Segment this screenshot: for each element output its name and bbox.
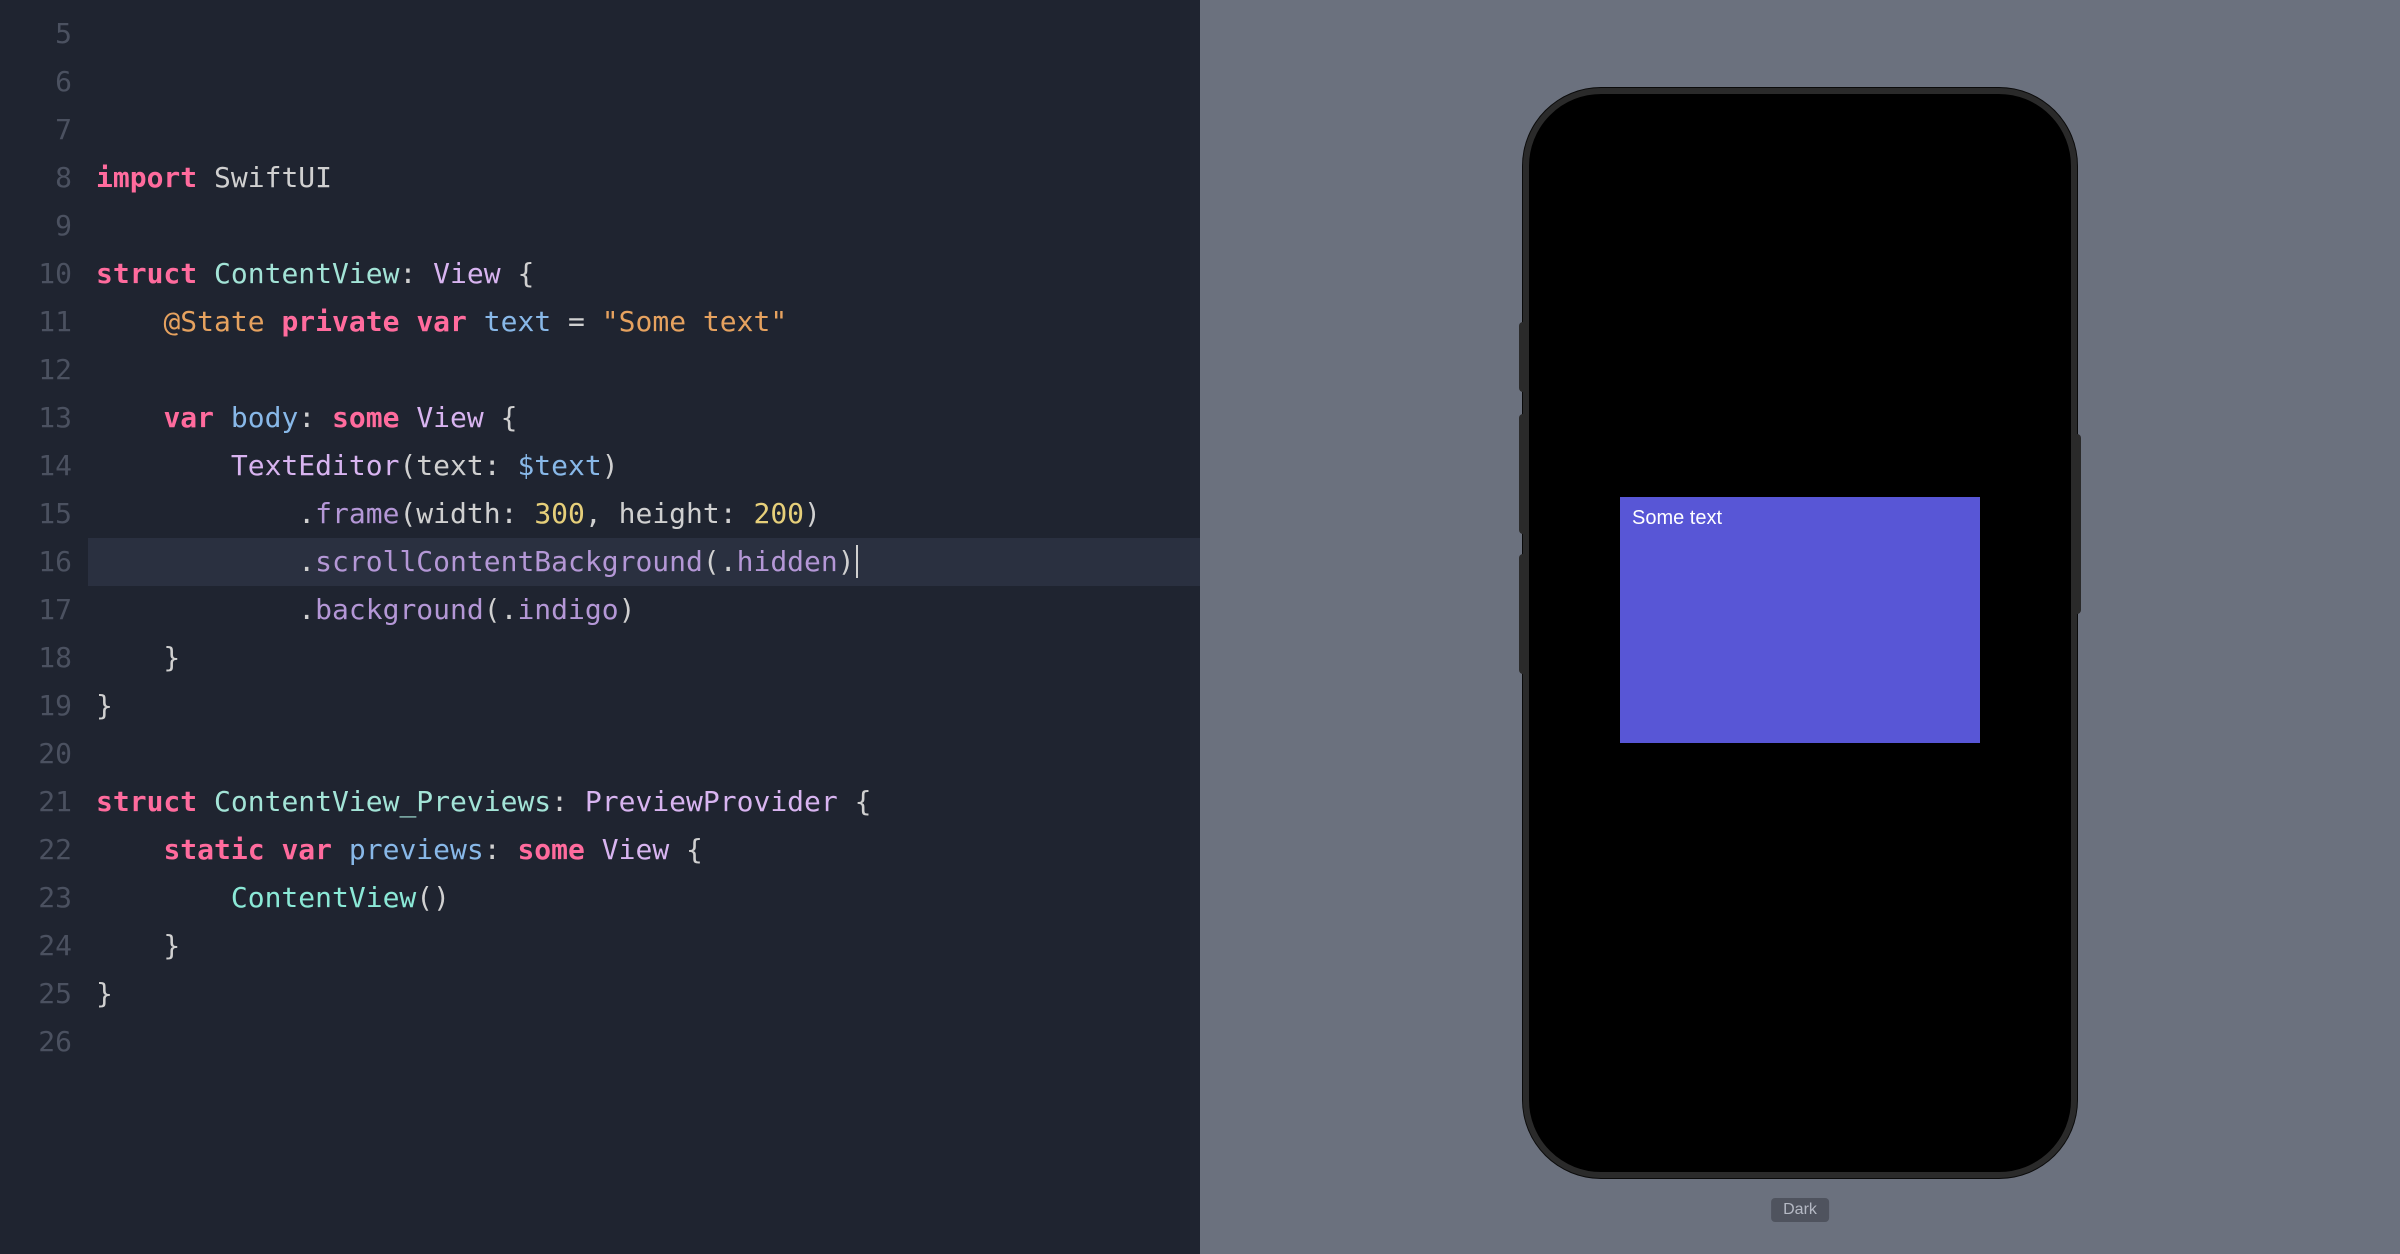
line-number: 18 (0, 634, 72, 682)
line-number: 23 (0, 874, 72, 922)
phone-volume-up-icon (1519, 414, 1527, 534)
code-line[interactable] (96, 202, 1200, 250)
line-number: 5 (0, 10, 72, 58)
texteditor-control[interactable]: Some text (1620, 497, 1980, 743)
code-line[interactable] (96, 346, 1200, 394)
line-number: 14 (0, 442, 72, 490)
line-number: 7 (0, 106, 72, 154)
code-line[interactable] (96, 106, 1200, 154)
line-number: 8 (0, 154, 72, 202)
phone-mute-switch-icon (1519, 322, 1527, 392)
line-number: 10 (0, 250, 72, 298)
line-number: 22 (0, 826, 72, 874)
line-number: 15 (0, 490, 72, 538)
line-number: 13 (0, 394, 72, 442)
device-screen: Some text (1535, 100, 2065, 1166)
code-line[interactable]: import SwiftUI (96, 154, 1200, 202)
line-number: 9 (0, 202, 72, 250)
code-line[interactable]: struct ContentView_Previews: PreviewProv… (96, 778, 1200, 826)
line-number: 21 (0, 778, 72, 826)
code-line[interactable]: } (96, 634, 1200, 682)
code-line[interactable]: static var previews: some View { (96, 826, 1200, 874)
device-frame: Some text (1523, 88, 2077, 1178)
code-area[interactable]: import SwiftUI struct ContentView: View … (96, 0, 1200, 1254)
code-line[interactable] (96, 730, 1200, 778)
code-line[interactable] (96, 58, 1200, 106)
line-number: 25 (0, 970, 72, 1018)
line-number: 24 (0, 922, 72, 970)
code-line[interactable]: struct ContentView: View { (96, 250, 1200, 298)
code-line[interactable] (96, 1018, 1200, 1066)
code-line[interactable] (96, 10, 1200, 58)
line-number: 19 (0, 682, 72, 730)
line-number: 11 (0, 298, 72, 346)
line-number: 6 (0, 58, 72, 106)
line-number: 20 (0, 730, 72, 778)
code-line[interactable]: } (96, 970, 1200, 1018)
code-line[interactable]: ContentView() (96, 874, 1200, 922)
preview-canvas: Some text Dark (1200, 0, 2400, 1254)
code-line[interactable]: .background(.indigo) (96, 586, 1200, 634)
code-line[interactable]: .frame(width: 300, height: 200) (96, 490, 1200, 538)
line-number: 12 (0, 346, 72, 394)
code-line[interactable]: TextEditor(text: $text) (96, 442, 1200, 490)
code-line[interactable]: var body: some View { (96, 394, 1200, 442)
line-number: 26 (0, 1018, 72, 1066)
phone-volume-down-icon (1519, 554, 1527, 674)
line-number: 16 (0, 538, 72, 586)
line-number-gutter: 567891011121314151617181920212223242526 (0, 0, 96, 1254)
code-editor[interactable]: 567891011121314151617181920212223242526 … (0, 0, 1200, 1254)
code-line[interactable]: } (96, 922, 1200, 970)
line-number: 17 (0, 586, 72, 634)
color-scheme-label[interactable]: Dark (1771, 1198, 1829, 1222)
code-line[interactable]: @State private var text = "Some text" (96, 298, 1200, 346)
phone-power-button-icon (2073, 434, 2081, 614)
code-line[interactable]: } (96, 682, 1200, 730)
code-line[interactable]: .scrollContentBackground(.hidden) (88, 538, 1200, 586)
